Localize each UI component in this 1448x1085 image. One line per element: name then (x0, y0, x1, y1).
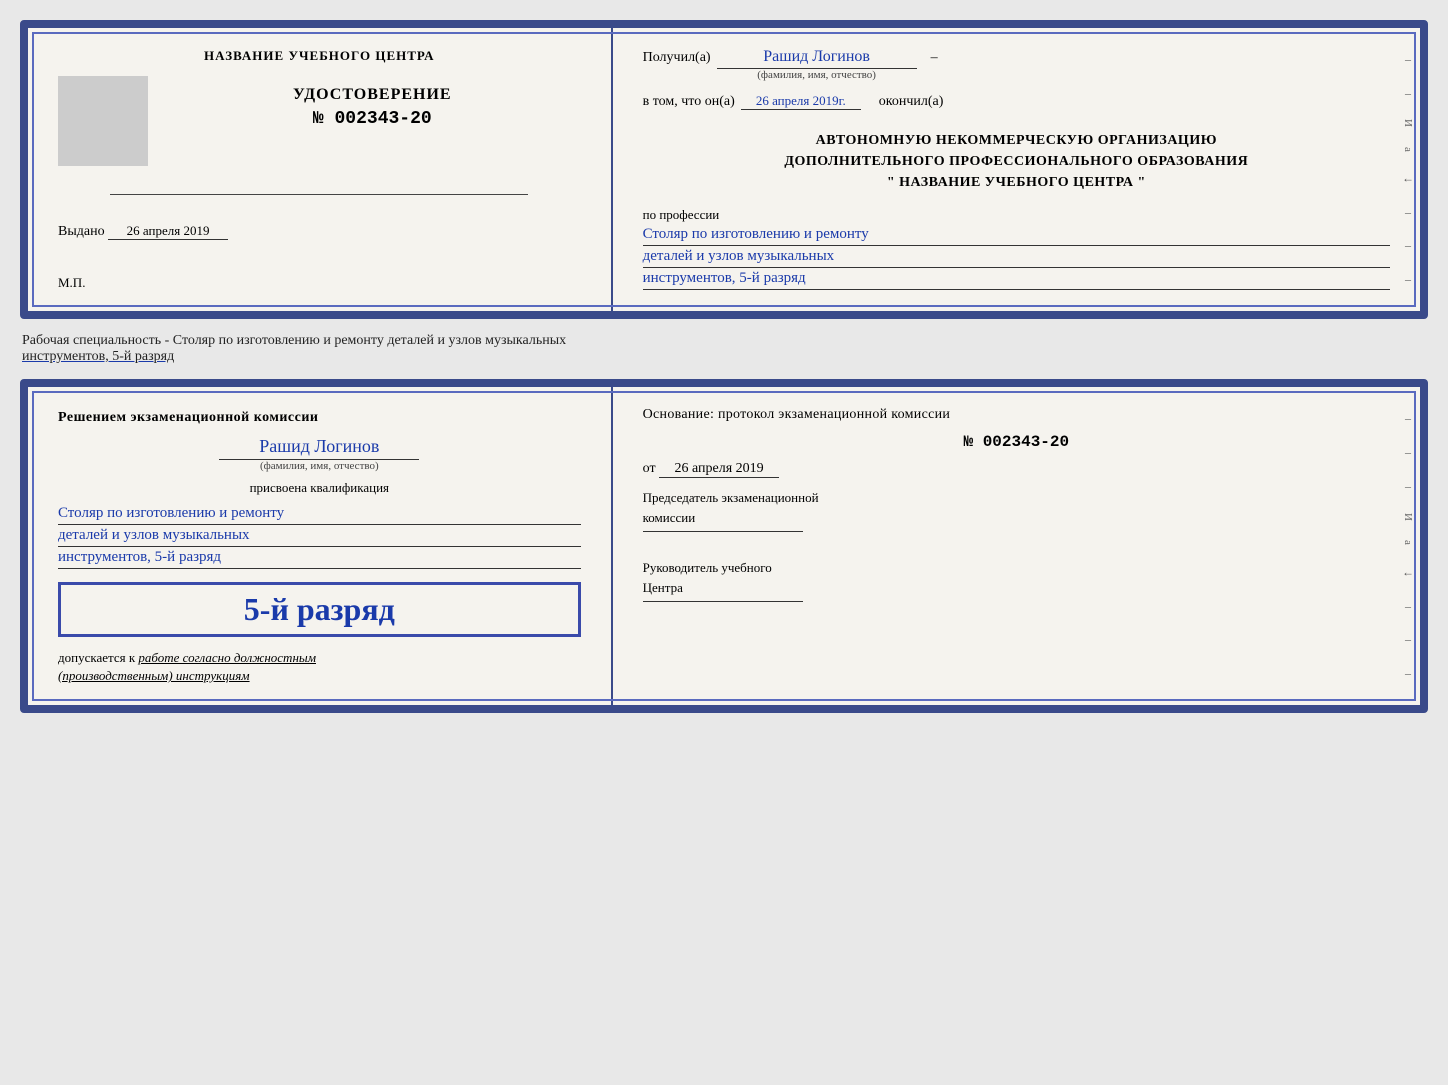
doc2-chairman-signature (643, 531, 803, 532)
doc1-stamp: М.П. (58, 275, 581, 291)
doc2-qual-line2: деталей и узлов музыкальных (58, 526, 581, 547)
doc2-decision-title: Решением экзаменационной комиссии (58, 407, 581, 428)
specialty-text: Рабочая специальность - Столяр по изгото… (20, 327, 1428, 371)
doc1-profession-line1: Столяр по изготовлению и ремонту (643, 225, 1390, 246)
doc2-basis: Основание: протокол экзаменационной коми… (643, 407, 1390, 602)
doc1-body: АВТОНОМНУЮ НЕКОММЕРЧЕСКУЮ ОРГАНИЗАЦИЮ ДО… (643, 130, 1390, 193)
doc1-issued-date: 26 апреля 2019 (108, 223, 228, 240)
doc1-cert-number: № 002343-20 (313, 109, 432, 129)
doc1-profession-line2: деталей и узлов музыкальных (643, 247, 1390, 268)
doc1-right-strips: – – И а ← – – – (1398, 28, 1418, 311)
doc1-profession: по профессии Столяр по изготовлению и ре… (643, 207, 1390, 291)
doc1-date-label: в том, что он(а) (643, 94, 735, 110)
doc1-received-label: Получил(а) (643, 50, 711, 66)
doc2-assigned-label: присвоена квалификация (58, 480, 581, 496)
doc2-from-date: 26 апреля 2019 (659, 461, 779, 478)
doc2-name-caption: (фамилия, имя, отчество) (260, 460, 379, 472)
doc2-protocol-number: № 002343-20 (643, 433, 1390, 451)
doc2-qual-line1: Столяр по изготовлению и ремонту (58, 504, 581, 525)
doc2-qual-line3: инструментов, 5-й разряд (58, 548, 581, 569)
doc1-recipient-line: Получил(а) Рашид Логинов (фамилия, имя, … (643, 48, 1390, 81)
doc2-basis-title: Основание: протокол экзаменационной коми… (643, 407, 1390, 423)
doc2-decision: Решением экзаменационной комиссии Рашид … (58, 407, 581, 685)
doc1-profession-label: по профессии (643, 207, 1390, 223)
doc2-head-signature (643, 601, 803, 602)
document-1: НАЗВАНИЕ УЧЕБНОГО ЦЕНТРА УДОСТОВЕРЕНИЕ №… (20, 20, 1428, 319)
doc2-rank-badge: 5-й разряд (58, 582, 581, 637)
doc2-rank-text: 5-й разряд (244, 591, 395, 627)
doc1-name: Рашид Логинов (717, 48, 917, 69)
doc1-name-container: Рашид Логинов (фамилия, имя, отчество) (717, 48, 917, 81)
doc2-from-label: от (643, 461, 656, 476)
doc1-center-name: НАЗВАНИЕ УЧЕБНОГО ЦЕНТРА (204, 48, 435, 64)
doc1-cert-label: УДОСТОВЕРЕНИЕ (293, 86, 452, 104)
doc2-name-container: Рашид Логинов (фамилия, имя, отчество) (58, 436, 581, 472)
doc1-date-value: 26 апреля 2019г. (741, 93, 861, 110)
doc2-right-panel: Основание: протокол экзаменационной коми… (613, 387, 1420, 705)
doc1-date-line: в том, что он(а) 26 апреля 2019г. окончи… (643, 93, 1390, 110)
doc1-profession-line3: инструментов, 5-й разряд (643, 269, 1390, 290)
doc2-name: Рашид Логинов (219, 436, 419, 460)
document-2: Решением экзаменационной комиссии Рашид … (20, 379, 1428, 713)
doc2-допускается: допускается к работе согласно должностны… (58, 649, 581, 685)
doc2-qualification: Столяр по изготовлению и ремонту деталей… (58, 504, 581, 570)
doc2-right-strips: – – – И а ← – – – (1398, 387, 1418, 705)
doc1-logo (58, 76, 148, 166)
doc2-from-date-line: от 26 апреля 2019 (643, 461, 1390, 478)
doc2-chairman: Председатель экзаменационной комиссии (643, 488, 1390, 532)
doc1-name-caption: (фамилия, имя, отчество) (757, 69, 876, 81)
doc1-right-panel: Получил(а) Рашид Логинов (фамилия, имя, … (613, 28, 1420, 311)
doc1-issued-label: Выдано (58, 224, 105, 239)
doc1-issued-line: Выдано 26 апреля 2019 (58, 223, 581, 240)
doc1-finished-label: окончил(а) (879, 94, 944, 110)
doc2-left-panel: Решением экзаменационной комиссии Рашид … (28, 387, 613, 705)
doc1-left-panel: НАЗВАНИЕ УЧЕБНОГО ЦЕНТРА УДОСТОВЕРЕНИЕ №… (28, 28, 613, 311)
doc2-head: Руководитель учебного Центра (643, 558, 1390, 602)
